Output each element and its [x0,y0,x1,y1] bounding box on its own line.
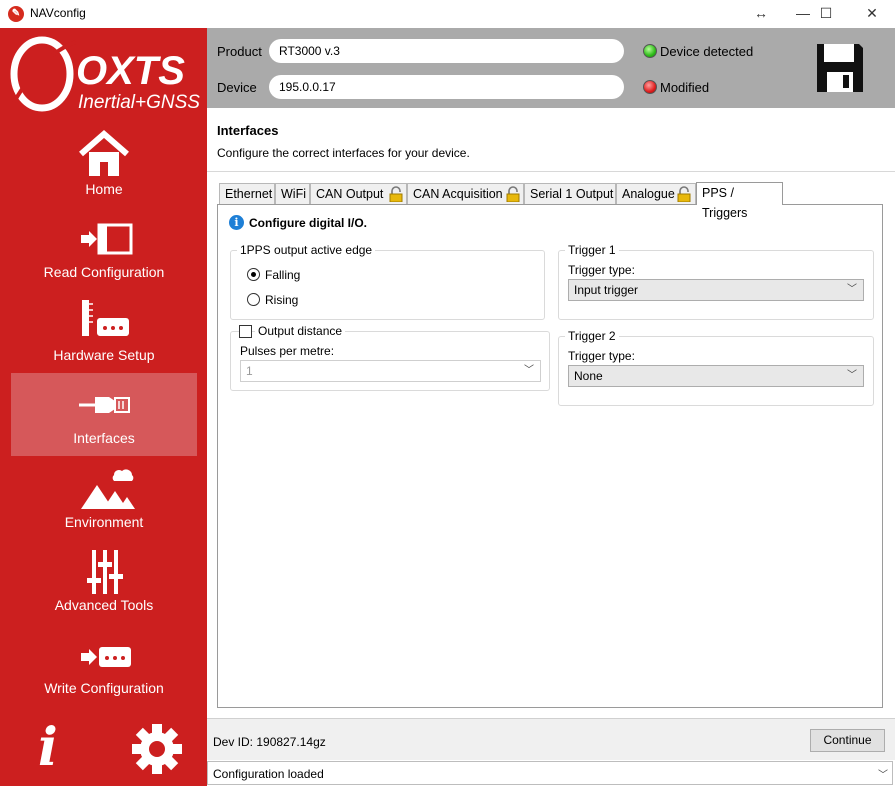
tab-label: Serial 1 Output [530,187,614,201]
advanced-tools-icon [87,550,123,594]
sidebar-item-advanced-tools[interactable]: Advanced Tools [11,540,197,623]
dev-id: Dev ID: 190827.14gz [213,735,326,749]
sidebar-item-read-configuration[interactable]: Read Configuration [11,207,197,290]
trigger-type-label: Trigger type: [568,349,635,363]
trigger-2-group: Trigger 2 Trigger type: None ﹀ [558,329,874,406]
sidebar-item-write-configuration[interactable]: Write Configuration [11,623,197,706]
sidebar-item-label: Hardware Setup [53,347,155,363]
tab-label: CAN Output [316,187,384,201]
sidebar-item-label: Write Configuration [44,680,164,696]
lock-icon [389,186,403,202]
sidebar-item-hardware-setup[interactable]: Hardware Setup [11,290,197,373]
trigger-type-label: Trigger type: [568,263,635,277]
pps-edge-group: 1PPS output active edge Falling Rising [230,243,545,320]
tab-label: Ethernet [225,187,273,201]
gear-icon[interactable] [130,722,184,776]
home-icon [79,130,129,176]
rising-radio[interactable] [247,293,260,306]
sidebar-item-label: Home [85,181,123,197]
info-icon[interactable]: i [38,718,58,778]
window-title: NAVconfig [30,6,86,20]
product-field: RT3000 v.3 [269,39,624,63]
trigger-1-group: Trigger 1 Trigger type: Input trigger ﹀ [558,243,874,320]
select-value: None [574,369,603,383]
brand-name: OXTS [76,49,185,93]
info-circle-icon: i [229,215,244,230]
oxts-logo: OXTS Inertial+GNSS [10,36,200,113]
chevron-down-icon: ﹀ [847,284,857,295]
tab-can-acquisition[interactable]: CAN Acquisition [407,183,524,205]
sidebar-item-environment[interactable]: Environment [11,457,197,540]
brand-tagline: Inertial+GNSS [78,92,200,113]
device-detected-status: Device detected [660,44,754,59]
lock-icon [506,186,520,202]
interfaces-icon [79,397,130,413]
tab-pps-triggers[interactable]: PPS / Triggers [696,182,783,220]
group-title: Trigger 1 [565,243,619,257]
tab-panel: i Configure digital I/O. 1PPS output act… [217,204,883,708]
close-button[interactable]: ✕ [849,0,895,28]
tab-analogue[interactable]: Analogue [616,183,696,205]
modified-led-icon [643,80,657,94]
page-subtitle: Configure the correct interfaces for you… [217,146,470,160]
floppy-disk-icon[interactable] [815,42,865,94]
continue-button[interactable]: Continue [810,729,885,752]
tab-ethernet[interactable]: Ethernet [219,183,275,205]
status-text: Configuration loaded [213,767,324,781]
tab-label: WiFi [281,187,306,201]
lock-icon [677,186,691,202]
radio-label: Rising [265,293,299,307]
falling-radio[interactable] [247,268,260,281]
read-config-icon [81,223,133,255]
group-title: Trigger 2 [565,329,619,343]
select-value: Input trigger [574,283,639,297]
product-label: Product [217,44,262,59]
divider [207,171,895,172]
sidebar-item-interfaces[interactable]: Interfaces [11,373,197,456]
pulses-per-metre-input[interactable]: 1 ﹀ [240,360,541,382]
resize-icon[interactable]: ↔ [738,0,784,28]
tab-can-output[interactable]: CAN Output [310,183,407,205]
select-value: 1 [246,364,253,378]
title-bar: ✎ NAVconfig ↔ — ☐ ✕ [0,0,895,28]
device-detected-led-icon [643,44,657,58]
modified-status: Modified [660,80,710,95]
write-config-icon [81,647,131,667]
page-title: Interfaces [217,123,279,138]
environment-icon [81,469,135,509]
group-title: Output distance [255,324,346,338]
app-logo-icon: ✎ [8,6,24,22]
status-bar[interactable]: Configuration loaded ﹀ [207,761,893,785]
sidebar-item-label: Interfaces [73,430,135,446]
device-label: Device [217,80,257,95]
trigger-1-type-select[interactable]: Input trigger ﹀ [568,279,864,301]
sidebar-item-home[interactable]: Home [11,124,197,207]
chevron-down-icon: ﹀ [878,770,888,781]
sidebar: OXTS Inertial+GNSS Home Read Configurati… [0,28,207,786]
maximize-button[interactable]: ☐ [803,0,849,28]
radio-label: Falling [265,268,301,282]
output-distance-checkbox[interactable] [239,325,252,338]
sidebar-item-label: Advanced Tools [54,597,154,613]
device-field[interactable]: 195.0.0.17 [269,75,624,99]
chevron-down-icon: ﹀ [847,370,857,381]
pulses-label: Pulses per metre: [240,344,335,358]
device-header: Product RT3000 v.3 Device 195.0.0.17 Dev… [207,28,895,108]
tab-label: CAN Acquisition [413,187,503,201]
panel-info-text: Configure digital I/O. [249,216,367,230]
footer-bar: Dev ID: 190827.14gz Continue [207,718,895,760]
app-window: ✎ NAVconfig ↔ — ☐ ✕ OXTS Inertial+GNSS H… [0,0,895,786]
hardware-setup-icon [82,300,129,336]
tab-label: Analogue [622,187,675,201]
sidebar-item-label: Environment [64,514,144,530]
group-title: 1PPS output active edge [237,243,376,257]
sidebar-item-label: Read Configuration [43,264,165,280]
output-distance-group: Output distance Pulses per metre: 1 ﹀ [230,324,550,391]
trigger-2-type-select[interactable]: None ﹀ [568,365,864,387]
chevron-down-icon: ﹀ [524,365,534,376]
tab-wifi[interactable]: WiFi [275,183,310,205]
tab-serial-1-output[interactable]: Serial 1 Output [524,183,616,205]
tab-label: PPS / Triggers [702,186,748,220]
